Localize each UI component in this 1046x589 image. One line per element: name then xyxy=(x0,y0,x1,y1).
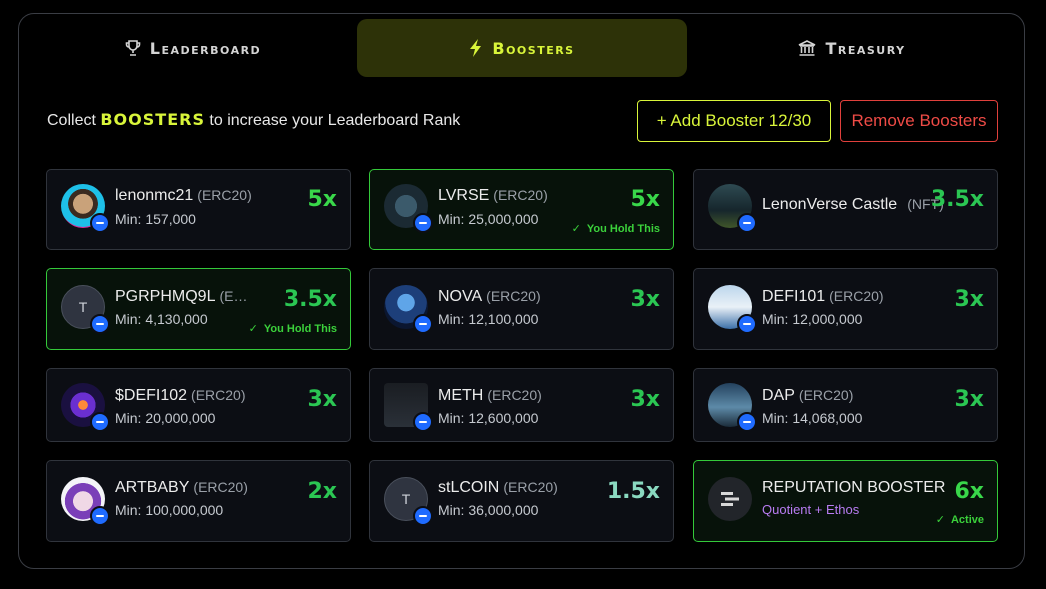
booster-name: PGRPHMQ9L (E… xyxy=(115,288,248,305)
avatar xyxy=(708,477,752,521)
chain-icon xyxy=(413,314,433,334)
chain-icon xyxy=(413,412,433,432)
chain-icon xyxy=(413,506,433,526)
booster-card-stlcoin[interactable]: T stLCOIN (ERC20) Min: 36,000,000 1.5x xyxy=(369,460,674,542)
tab-treasury-label: Treasury xyxy=(825,38,906,58)
avatar xyxy=(61,477,110,526)
booster-name: LVRSE (ERC20) xyxy=(438,187,548,204)
check-icon: ✓ xyxy=(935,514,945,526)
tab-leaderboard[interactable]: Leaderboard xyxy=(29,19,357,77)
booster-card-pgrphmq9l[interactable]: T PGRPHMQ9L (E… Min: 4,130,000 3.5x ✓ You … xyxy=(46,268,351,350)
booster-multiplier: 1.5x xyxy=(606,479,660,504)
chain-icon xyxy=(413,213,433,233)
tab-boosters-label: Boosters xyxy=(492,38,575,58)
bank-icon xyxy=(798,39,816,57)
booster-multiplier: 2x xyxy=(307,479,338,504)
avatar xyxy=(708,285,757,334)
avatar: T xyxy=(61,285,110,334)
chain-icon xyxy=(737,412,757,432)
booster-min: Min: 12,100,000 xyxy=(438,311,539,327)
intro-after: to increase your Leaderboard Rank xyxy=(209,112,461,129)
booster-multiplier: 3x xyxy=(954,287,985,312)
tab-leaderboard-label: Leaderboard xyxy=(149,38,262,58)
booster-card-lenonmc21[interactable]: lenonmc21 (ERC20) Min: 157,000 5x xyxy=(46,169,351,250)
chain-icon xyxy=(90,213,110,233)
avatar xyxy=(384,285,433,334)
remove-boosters-button[interactable]: Remove Boosters xyxy=(840,100,998,142)
booster-multiplier: 3.5x xyxy=(930,187,984,212)
booster-min: Min: 14,068,000 xyxy=(762,410,863,426)
booster-min: Min: 157,000 xyxy=(115,211,196,227)
booster-multiplier: 3.5x xyxy=(283,287,337,312)
chain-icon xyxy=(90,314,110,334)
active-status: ✓ Active xyxy=(935,514,984,526)
avatar: T xyxy=(384,477,433,526)
chain-icon xyxy=(90,412,110,432)
booster-card-reputation[interactable]: REPUTATION BOOSTER Quotient + Ethos 6x ✓… xyxy=(693,460,998,542)
booster-name: DAP (ERC20) xyxy=(762,387,854,404)
booster-multiplier: 3x xyxy=(630,387,661,412)
booster-name: METH (ERC20) xyxy=(438,387,542,404)
booster-multiplier: 5x xyxy=(307,187,338,212)
booster-multiplier: 3x xyxy=(630,287,661,312)
booster-name: DEFI101 (ERC20) xyxy=(762,288,884,305)
tab-boosters[interactable]: Boosters xyxy=(357,19,687,77)
booster-card-lvrse[interactable]: LVRSE (ERC20) Min: 25,000,000 5x ✓ You Hol… xyxy=(369,169,674,250)
booster-card-meth[interactable]: METH (ERC20) Min: 12,600,000 3x xyxy=(369,368,674,442)
hold-status: ✓ You Hold This xyxy=(248,323,337,335)
booster-min: Min: 12,000,000 xyxy=(762,311,863,327)
reputation-logo-icon xyxy=(721,492,739,506)
avatar xyxy=(708,184,757,233)
booster-card-lenonverse-castle[interactable]: LenonVerse Castle (NFT) 3.5x xyxy=(693,169,998,250)
add-booster-button[interactable]: + Add Booster 12/30 xyxy=(637,100,831,142)
tab-treasury[interactable]: Treasury xyxy=(687,19,1017,77)
booster-multiplier: 6x xyxy=(954,479,985,504)
booster-name: REPUTATION BOOSTER xyxy=(762,479,946,496)
booster-card-artbaby[interactable]: ARTBABY (ERC20) Min: 100,000,000 2x xyxy=(46,460,351,542)
trophy-icon xyxy=(125,40,141,56)
booster-min: Min: 100,000,000 xyxy=(115,502,224,518)
intro-text: Collect BOOSTERS to increase your Leader… xyxy=(47,110,460,130)
chain-icon xyxy=(737,314,757,334)
avatar xyxy=(384,383,433,432)
hold-status: ✓ You Hold This xyxy=(571,223,660,235)
avatar xyxy=(708,383,757,432)
intro-before: Collect xyxy=(47,112,96,129)
booster-min: Min: 36,000,000 xyxy=(438,502,539,518)
booster-multiplier: 3x xyxy=(307,387,338,412)
avatar xyxy=(61,184,110,233)
booster-name: lenonmc21 (ERC20) xyxy=(115,187,252,204)
booster-card-defi101[interactable]: DEFI101 (ERC20) Min: 12,000,000 3x xyxy=(693,268,998,350)
booster-card-dap[interactable]: DAP (ERC20) Min: 14,068,000 3x xyxy=(693,368,998,442)
booster-name: LenonVerse Castle (NFT) xyxy=(762,196,944,213)
intro-keyword: BOOSTERS xyxy=(100,110,205,129)
booster-name: stLCOIN (ERC20) xyxy=(438,479,558,496)
booster-multiplier: 3x xyxy=(954,387,985,412)
avatar xyxy=(61,383,110,432)
boosters-panel: Leaderboard Boosters Treasury Collect BO… xyxy=(18,13,1025,569)
booster-subtitle: Quotient + Ethos xyxy=(762,502,860,517)
booster-min: Min: 4,130,000 xyxy=(115,311,208,327)
booster-min: Min: 20,000,000 xyxy=(115,410,216,426)
booster-multiplier: 5x xyxy=(630,187,661,212)
booster-name: NOVA (ERC20) xyxy=(438,288,541,305)
booster-card-nova[interactable]: NOVA (ERC20) Min: 12,100,000 3x xyxy=(369,268,674,350)
chain-icon xyxy=(737,213,757,233)
booster-name: ARTBABY (ERC20) xyxy=(115,479,248,496)
chain-icon xyxy=(90,506,110,526)
booster-name: $DEFI102 (ERC20) xyxy=(115,387,246,404)
avatar xyxy=(384,184,433,233)
booster-card-defi102[interactable]: $DEFI102 (ERC20) Min: 20,000,000 3x xyxy=(46,368,351,442)
booster-min: Min: 12,600,000 xyxy=(438,410,539,426)
check-icon: ✓ xyxy=(571,223,581,235)
lightning-icon xyxy=(469,39,483,57)
check-icon: ✓ xyxy=(248,323,258,335)
booster-min: Min: 25,000,000 xyxy=(438,211,539,227)
